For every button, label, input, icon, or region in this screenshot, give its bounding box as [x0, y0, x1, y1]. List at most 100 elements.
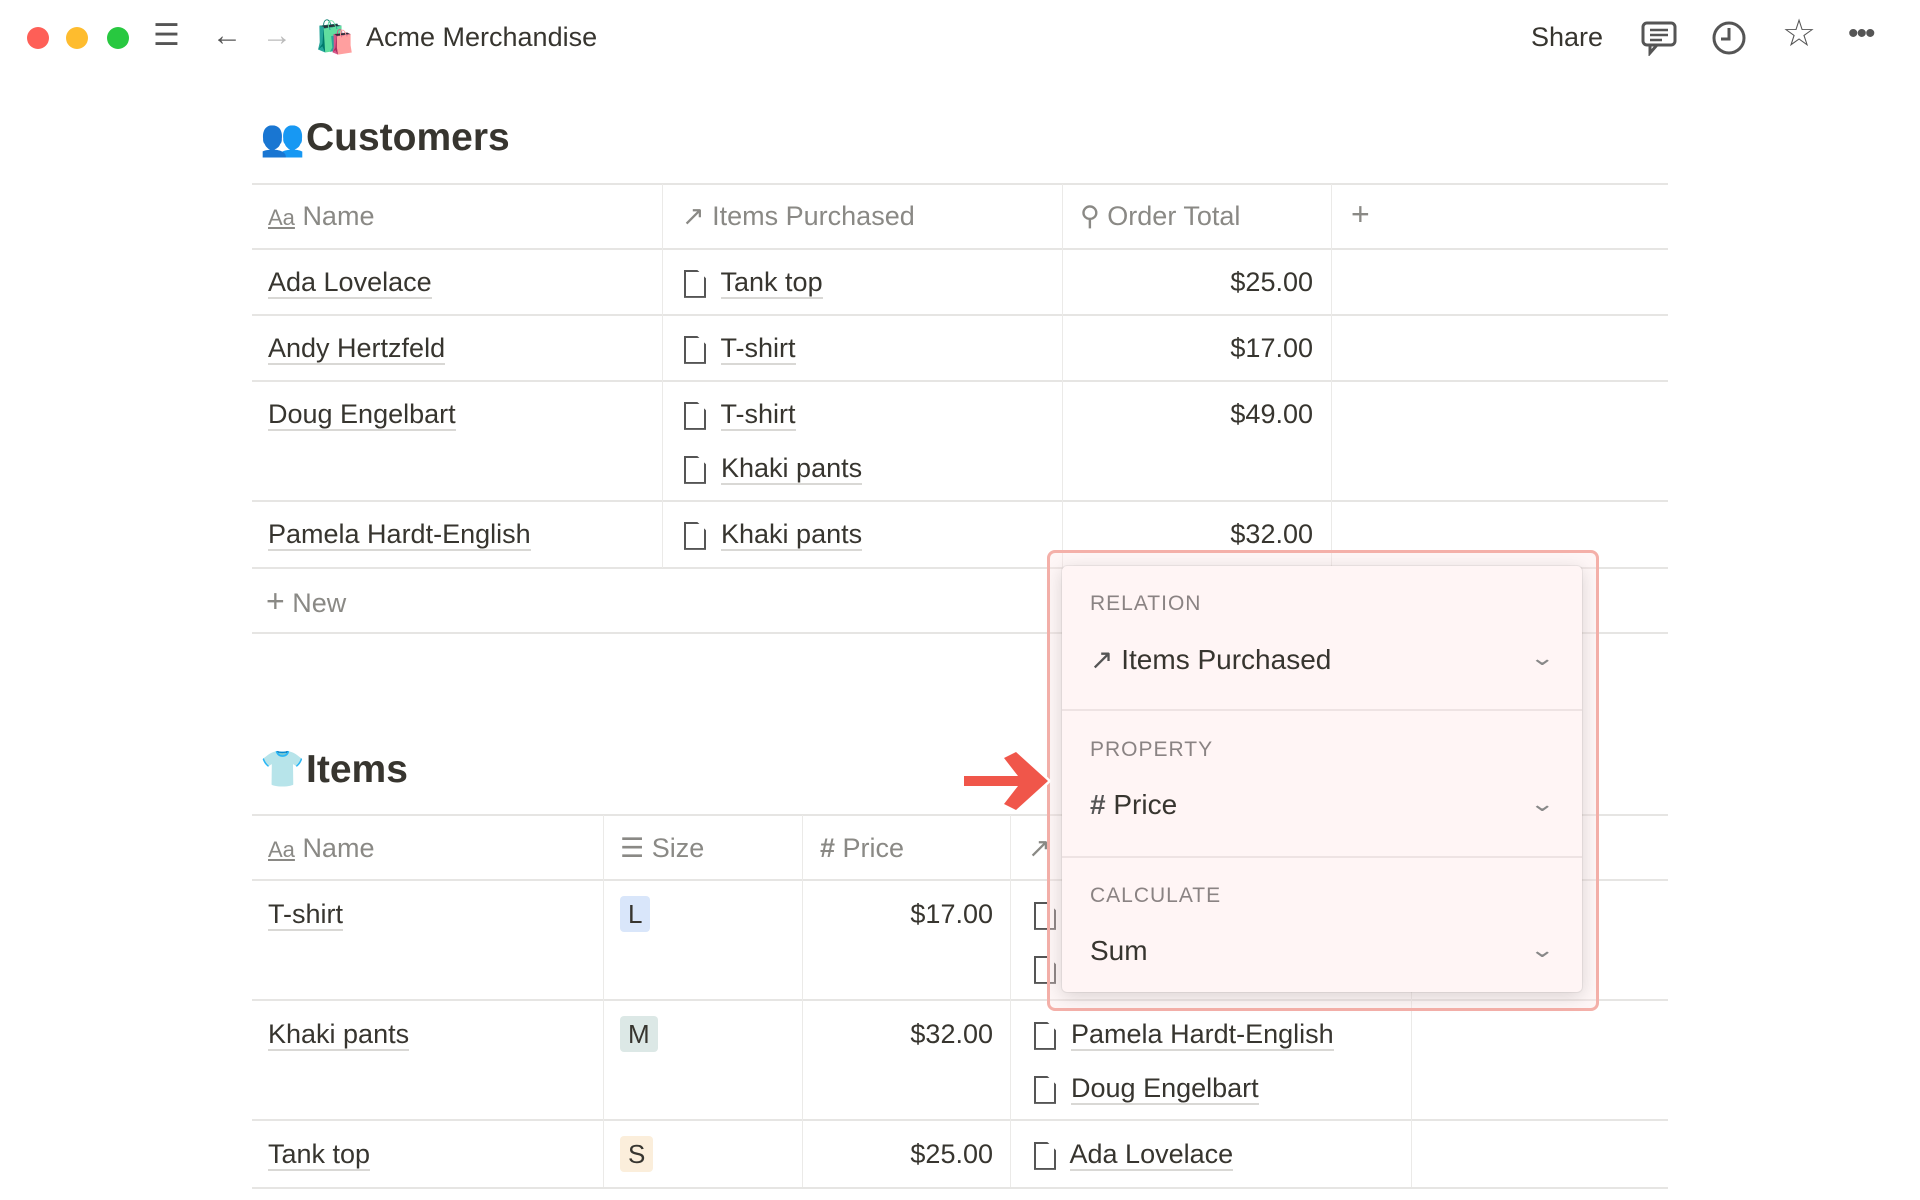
column-header-price[interactable]: # Price	[820, 831, 904, 865]
share-button[interactable]: Share	[1531, 22, 1603, 53]
item-name[interactable]: Tank top	[268, 1139, 371, 1171]
calculate-value: Sum	[1090, 935, 1148, 966]
page-icon	[1034, 1021, 1056, 1050]
price: $25.00	[910, 1139, 993, 1169]
minimize-window-button[interactable]	[66, 27, 88, 49]
related-customer[interactable]: Doug Engelbart	[1034, 1071, 1259, 1105]
relation-label: RELATION	[1090, 592, 1202, 615]
page-icon	[1034, 1075, 1056, 1104]
item-link[interactable]: Tank top	[720, 267, 823, 299]
customers-title[interactable]: Customers	[306, 116, 510, 160]
related-item[interactable]: T-shirt	[684, 397, 796, 431]
item-link[interactable]: Khaki pants	[721, 519, 863, 551]
relation-value-text: Items Purchased	[1121, 644, 1332, 675]
table-row[interactable]: Ada Lovelace	[268, 265, 432, 299]
item-name[interactable]: T-shirt	[268, 899, 344, 931]
page-title[interactable]: Acme Merchandise	[366, 22, 597, 53]
customer-name[interactable]: Pamela Hardt-English	[268, 519, 531, 551]
forward-arrow-icon[interactable]: →	[262, 16, 292, 56]
page-icon	[684, 269, 706, 298]
relation-arrow-icon: ↗	[682, 201, 705, 231]
column-header-name[interactable]: Aa Name	[268, 831, 374, 867]
column-label: Price	[842, 833, 905, 863]
search-icon: ⚲	[1080, 201, 1100, 231]
related-customer[interactable]: Pamela Hardt-English	[1034, 1017, 1334, 1051]
customer-name[interactable]: Doug Engelbart	[268, 399, 456, 431]
price: $32.00	[910, 1019, 993, 1049]
new-row-button[interactable]: + New	[266, 584, 346, 620]
menu-icon[interactable]: ☰	[153, 16, 180, 56]
number-icon: #	[820, 833, 836, 863]
column-header-order-total[interactable]: ⚲ Order Total	[1080, 199, 1240, 233]
table-row[interactable]: T-shirt	[268, 897, 344, 931]
column-label: Name	[302, 833, 375, 863]
customer-link[interactable]: Doug Engelbart	[1071, 1073, 1259, 1105]
comment-icon[interactable]	[1640, 20, 1678, 56]
customer-link[interactable]: Ada Lovelace	[1069, 1139, 1234, 1171]
order-total: $17.00	[1230, 333, 1313, 363]
table-row[interactable]: Khaki pants	[268, 1017, 410, 1051]
column-header-items-purchased[interactable]: ↗ Items Purchased	[682, 199, 915, 233]
related-item[interactable]: Khaki pants	[684, 451, 863, 485]
item-name[interactable]: Khaki pants	[268, 1019, 410, 1051]
new-label: New	[292, 588, 347, 618]
back-arrow-icon[interactable]: ←	[212, 16, 242, 56]
item-link[interactable]: Khaki pants	[721, 453, 863, 485]
size-badge: L	[620, 896, 651, 932]
size-badge: M	[620, 1016, 658, 1052]
customer-name[interactable]: Ada Lovelace	[268, 267, 432, 299]
table-row[interactable]: Doug Engelbart	[268, 397, 456, 431]
table-row[interactable]: Tank top	[268, 1137, 371, 1171]
more-icon[interactable]: •••	[1848, 14, 1875, 54]
chevron-down-icon[interactable]: ⌄	[1529, 791, 1555, 817]
add-property-button[interactable]: +	[1351, 197, 1370, 231]
page-icon	[684, 401, 706, 430]
column-label: Size	[651, 833, 705, 863]
property-value-text: Price	[1113, 789, 1178, 820]
shopping-bags-icon: 🛍️	[315, 19, 355, 55]
customer-link[interactable]: Pamela Hardt-English	[1071, 1019, 1334, 1051]
star-icon[interactable]: ☆	[1782, 14, 1816, 54]
column-header-name[interactable]: Aa Name	[268, 199, 374, 235]
page-icon	[684, 521, 706, 550]
order-total: $49.00	[1230, 399, 1313, 429]
chevron-down-icon[interactable]: ⌄	[1529, 645, 1555, 671]
page-icon	[1034, 1141, 1056, 1170]
order-total: $32.00	[1230, 519, 1313, 549]
order-total: $25.00	[1230, 267, 1313, 297]
text-property-icon: Aa	[268, 837, 295, 862]
related-item[interactable]: Tank top	[684, 265, 823, 299]
column-label: Order Total	[1107, 201, 1241, 231]
text-property-icon: Aa	[268, 205, 295, 230]
size-badge: S	[620, 1136, 654, 1172]
tshirt-emoji-icon: 👕	[260, 748, 305, 789]
column-label: Items Purchased	[712, 201, 915, 231]
number-icon: #	[1090, 789, 1106, 820]
column-header-size[interactable]: ☰ Size	[620, 831, 704, 865]
item-link[interactable]: T-shirt	[720, 399, 796, 431]
plus-icon: +	[266, 583, 285, 619]
table-row[interactable]: Pamela Hardt-English	[268, 517, 531, 551]
customers-emoji-icon: 👥	[260, 117, 305, 158]
list-icon: ☰	[620, 833, 645, 863]
clock-icon[interactable]	[1711, 20, 1747, 56]
relation-arrow-icon: ↗	[1090, 644, 1114, 675]
zoom-window-button[interactable]	[107, 27, 129, 49]
price: $17.00	[910, 899, 993, 929]
column-label: Name	[302, 201, 375, 231]
page-icon	[684, 335, 706, 364]
items-title[interactable]: Items	[306, 748, 408, 792]
related-customer[interactable]: Ada Lovelace	[1034, 1137, 1234, 1171]
annotation-arrow-icon	[961, 749, 1051, 813]
related-item[interactable]: Khaki pants	[684, 517, 863, 551]
customer-name[interactable]: Andy Hertzfeld	[268, 333, 446, 365]
property-value: # Price	[1090, 789, 1177, 821]
close-window-button[interactable]	[27, 27, 49, 49]
relation-value: ↗ Items Purchased	[1090, 643, 1331, 676]
chevron-down-icon[interactable]: ⌄	[1529, 937, 1555, 963]
calculate-label: CALCULATE	[1090, 884, 1222, 907]
related-item[interactable]: T-shirt	[684, 331, 796, 365]
table-row[interactable]: Andy Hertzfeld	[268, 331, 446, 365]
property-label: PROPERTY	[1090, 738, 1214, 761]
item-link[interactable]: T-shirt	[720, 333, 796, 365]
